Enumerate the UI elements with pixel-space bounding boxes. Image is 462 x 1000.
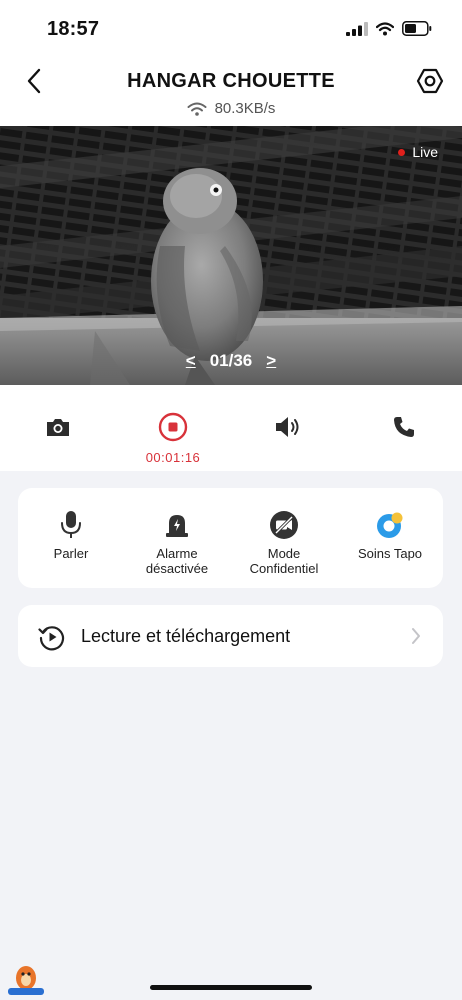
camera-off-icon [270,511,298,539]
control-bar: 00:01:16 [0,385,462,471]
talk-label: Parler [53,546,89,561]
playback-download-label: Lecture et téléchargement [81,626,291,646]
snapshot-button[interactable] [38,413,78,441]
siren-icon [166,515,188,537]
camera-page-indicator: 01/36 [209,351,253,370]
tapo-care-button[interactable]: Soins Tapo [335,510,445,561]
recording-timer: 00:01:16 [145,450,201,465]
tapo-care-icon [377,512,403,538]
live-dot [398,148,406,156]
network-speed: 80.3KB/s [0,100,462,117]
talk-button[interactable]: Parler [16,510,126,561]
status-bar: 18:57 [0,0,462,56]
playback-history-icon [38,626,65,651]
status-time: 18:57 [47,18,100,40]
phone-icon [394,417,414,437]
microphone-icon [61,511,81,538]
chevron-right-icon [412,628,420,644]
speaker-icon [276,417,299,437]
next-camera-button[interactable]: > [266,351,276,371]
page-title: HANGAR CHOUETTE [127,70,335,92]
network-speed-value: 80.3KB/s [214,100,276,117]
camera-icon [47,419,69,436]
tapo-care-label: Soins Tapo [357,546,423,561]
privacy-mode-button[interactable]: Mode Confidentiel [229,510,339,576]
speaker-button[interactable] [268,413,308,441]
battery-icon [402,21,432,36]
header: HANGAR CHOUETTE 80.3KB/s [0,56,462,126]
owl-scene-image [0,126,462,385]
privacy-mode-label: Mode Confidentiel [249,546,319,576]
live-label: Live [412,144,438,160]
signal-icon [346,21,368,36]
playback-download-row[interactable]: Lecture et téléchargement [18,605,443,667]
previous-camera-button[interactable]: < [186,351,196,371]
features-card: Parler Alarme désactivée Mode Confidenti… [18,488,443,588]
status-icons [346,21,432,36]
alarm-label: Alarme désactivée [145,546,209,576]
record-button[interactable] [153,412,193,442]
live-indicator: Live [398,144,438,160]
wifi-icon [376,21,394,35]
settings-button[interactable] [414,64,446,98]
record-stop-icon [158,412,188,442]
watermark-logo-icon [8,966,44,995]
alarm-button[interactable]: Alarme désactivée [122,510,232,576]
camera-pager: < 01/36 > [0,351,462,371]
camera-video-feed[interactable]: Live < 01/36 > [0,126,462,385]
wifi-icon [187,102,207,116]
call-button[interactable] [384,413,424,441]
home-indicator[interactable] [150,985,312,990]
gear-icon [416,68,444,94]
